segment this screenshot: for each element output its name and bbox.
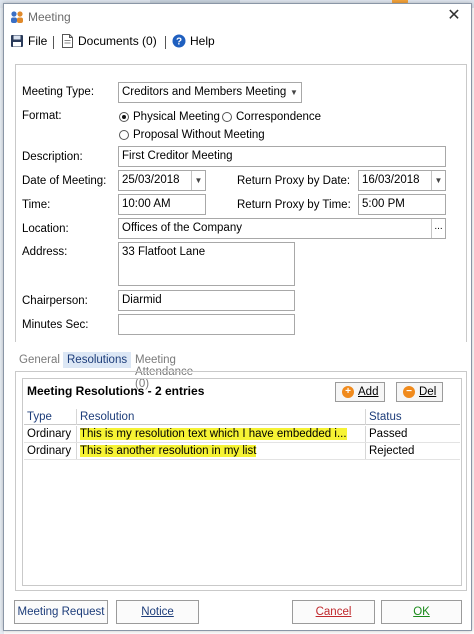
chairperson-label: Chairperson: [22, 295, 88, 307]
row-type: Ordinary [27, 428, 72, 440]
column-header-resolution[interactable]: Resolution [77, 409, 365, 425]
row-type: Ordinary [27, 445, 72, 457]
help-icon: ? [172, 34, 186, 48]
chairperson-value: Diarmid [122, 294, 162, 306]
radio-button-selected [119, 112, 129, 122]
menu-help-label: Help [190, 34, 215, 48]
row-resolution: This is another resolution in my list [77, 443, 365, 459]
menu-bar: File Documents (0) ? Help [4, 30, 471, 54]
address-textarea[interactable]: 33 Flatfoot Lane [118, 242, 295, 286]
radio-physical-meeting[interactable]: Physical Meeting [119, 111, 220, 123]
close-icon[interactable]: ✕ [443, 6, 465, 26]
description-value: First Creditor Meeting [122, 150, 233, 162]
menu-help[interactable]: ? Help [172, 34, 215, 48]
tab-general[interactable]: General [15, 352, 64, 368]
menu-separator [165, 36, 166, 49]
date-of-meeting-picker[interactable]: 25/03/2018 ▼ [118, 170, 206, 191]
row-status: Passed [369, 428, 408, 440]
chairperson-input[interactable]: Diarmid [118, 290, 295, 311]
meeting-request-button[interactable]: Meeting Request [14, 600, 108, 624]
cancel-label: Cancel [315, 606, 352, 618]
tab-resolutions[interactable]: Resolutions [63, 352, 132, 368]
radio-proposal-label: Proposal Without Meeting [133, 129, 265, 141]
description-input[interactable]: First Creditor Meeting [118, 146, 446, 167]
address-value: 33 Flatfoot Lane [122, 246, 206, 258]
del-label: Del [419, 386, 437, 398]
address-label: Address: [22, 246, 68, 258]
radio-correspondence-label: Correspondence [236, 111, 322, 123]
location-label: Location: [22, 223, 69, 235]
add-icon: + [342, 386, 354, 398]
radio-correspondence[interactable]: Correspondence [222, 111, 321, 123]
location-value: Offices of the Company [122, 222, 242, 234]
format-label: Format: [22, 110, 62, 122]
radio-physical-meeting-label: Physical Meeting [133, 111, 220, 123]
meeting-type-value: Creditors and Members Meeting [122, 86, 287, 98]
time-input[interactable]: 10:00 AM [118, 194, 206, 215]
ok-button[interactable]: OK [381, 600, 462, 624]
ok-label: OK [413, 606, 430, 618]
return-proxy-time-value: 5:00 PM [362, 198, 405, 210]
document-icon [62, 34, 73, 48]
table-row[interactable]: Ordinary This is another resolution in m… [24, 443, 460, 460]
row-resolution-text: This is another resolution in my list [80, 445, 257, 457]
time-value: 10:00 AM [122, 198, 171, 210]
meeting-type-label: Meeting Type: [22, 86, 95, 98]
chevron-down-icon[interactable]: ▼ [431, 171, 445, 190]
notice-button[interactable]: Notice [116, 600, 199, 624]
date-of-meeting-label: Date of Meeting: [22, 175, 107, 187]
meeting-details-form: Meeting Type: Creditors and Members Meet… [15, 64, 467, 342]
location-input[interactable]: Offices of the Company ... [118, 218, 446, 239]
time-label: Time: [22, 199, 51, 211]
meeting-app-icon [11, 11, 23, 23]
menu-documents[interactable]: Documents (0) [61, 34, 157, 48]
add-label: Add [358, 386, 379, 398]
add-resolution-button[interactable]: + Add [335, 382, 386, 402]
grid-header: Type Resolution Status [24, 409, 460, 425]
return-proxy-date-label: Return Proxy by Date: [237, 175, 351, 187]
svg-text:?: ? [176, 37, 182, 48]
menu-separator [53, 36, 54, 49]
chevron-down-icon[interactable]: ▼ [191, 171, 205, 190]
table-row[interactable]: Ordinary This is my resolution text whic… [24, 426, 460, 443]
delete-icon: − [403, 386, 415, 398]
row-status: Rejected [369, 445, 415, 457]
notice-label: Notice [141, 606, 174, 618]
cancel-button[interactable]: Cancel [292, 600, 375, 624]
minutes-sec-label: Minutes Sec: [22, 319, 89, 331]
radio-button [119, 130, 129, 140]
radio-proposal-without-meeting[interactable]: Proposal Without Meeting [119, 129, 265, 141]
return-proxy-date-value: 16/03/2018 [362, 174, 420, 186]
resolutions-title: Meeting Resolutions - 2 entries [27, 384, 205, 398]
row-resolution: This is my resolution text which I have … [77, 426, 365, 442]
column-header-type[interactable]: Type [24, 409, 76, 425]
meeting-dialog: Meeting ✕ File Documents (0) ? Help Meet… [3, 3, 472, 631]
column-header-status[interactable]: Status [366, 409, 458, 425]
description-label: Description: [22, 151, 83, 163]
return-proxy-time-label: Return Proxy by Time: [237, 199, 351, 211]
chevron-down-icon: ▼ [290, 88, 298, 97]
return-proxy-time-input[interactable]: 5:00 PM [358, 194, 446, 215]
minutes-sec-input[interactable] [118, 314, 295, 335]
return-proxy-date-picker[interactable]: 16/03/2018 ▼ [358, 170, 446, 191]
menu-file-label: File [28, 34, 48, 48]
title-bar[interactable]: Meeting ✕ [4, 4, 471, 30]
radio-button [222, 112, 232, 122]
location-browse-button[interactable]: ... [431, 219, 445, 238]
menu-file[interactable]: File [10, 34, 47, 48]
menu-documents-label: Documents (0) [78, 34, 157, 48]
delete-resolution-button[interactable]: − Del [396, 382, 444, 402]
row-resolution-text: This is my resolution text which I have … [80, 428, 347, 440]
window-title: Meeting [28, 10, 71, 24]
date-of-meeting-value: 25/03/2018 [122, 174, 180, 186]
save-disk-icon [11, 35, 23, 47]
resolutions-grid: Meeting Resolutions - 2 entries + Add − … [22, 378, 462, 586]
resolutions-panel: Meeting Resolutions - 2 entries + Add − … [15, 371, 467, 591]
meeting-type-select[interactable]: Creditors and Members Meeting ▼ [118, 82, 302, 103]
